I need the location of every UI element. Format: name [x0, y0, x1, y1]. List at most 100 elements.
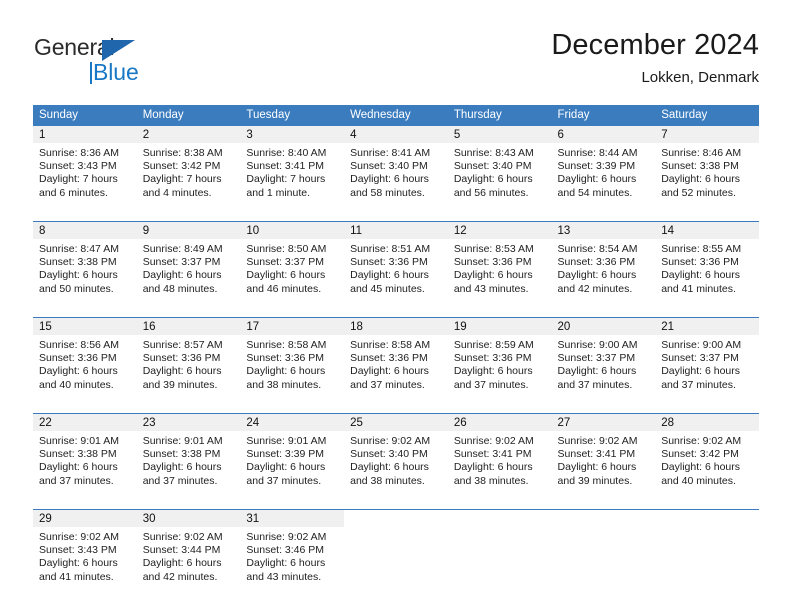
day-cell[interactable]: 10 Sunrise: 8:50 AM Sunset: 3:37 PM Dayligh… [240, 222, 345, 310]
day-daylight-line1: Daylight: 6 hours [142, 461, 222, 474]
week-separator [33, 406, 759, 414]
day-details: Sunrise: 9:01 AM Sunset: 3:38 PM Daylight:… [137, 431, 241, 488]
day-cell[interactable]: 4 Sunrise: 8:41 AM Sunset: 3:40 PM Daylight… [344, 126, 448, 214]
title-block: December 2024 Lokken, Denmark [551, 28, 759, 89]
week-separator [33, 502, 759, 510]
day-sunrise: Sunrise: 8:40 AM [246, 147, 327, 159]
day-daylight-line2: and 1 minute. [246, 186, 311, 199]
day-cell[interactable]: 5 Sunrise: 8:43 AM Sunset: 3:40 PM Daylight… [447, 126, 552, 214]
day-daylight-line1: Daylight: 7 hours [246, 173, 326, 186]
day-number: 18 [344, 318, 448, 335]
weekday-header-thursday: Thursday [447, 105, 552, 126]
day-sunset: Sunset: 3:40 PM [453, 160, 532, 173]
day-cell[interactable]: 24 Sunrise: 9:01 AM Sunset: 3:39 PM Dayligh… [240, 414, 345, 502]
day-details: Sunrise: 9:00 AM Sunset: 3:37 PM Daylight:… [552, 335, 656, 392]
day-cell[interactable]: 7 Sunrise: 8:46 AM Sunset: 3:38 PM Daylight… [655, 126, 759, 214]
day-cell[interactable]: 12 Sunrise: 8:53 AM Sunset: 3:36 PM Dayligh… [447, 222, 552, 310]
day-daylight-line2: and 38 minutes. [350, 474, 425, 487]
calendar-cell [551, 510, 656, 598]
day-sunset: Sunset: 3:36 PM [350, 352, 428, 365]
brand-logo[interactable]: General Blue [33, 34, 243, 90]
day-cell[interactable]: 22 Sunrise: 9:01 AM Sunset: 3:38 PM Dayligh… [33, 414, 137, 502]
day-daylight-line2: and 37 minutes. [661, 378, 736, 391]
day-sunset: Sunset: 3:37 PM [661, 352, 739, 365]
day-number: 13 [551, 222, 656, 239]
day-cell[interactable]: 8 Sunrise: 8:47 AM Sunset: 3:38 PM Daylight… [33, 222, 137, 310]
day-sunset: Sunset: 3:40 PM [350, 448, 428, 461]
day-sunset: Sunset: 3:43 PM [39, 544, 117, 557]
day-number: 1 [33, 126, 137, 143]
day-cell[interactable]: 20 Sunrise: 9:00 AM Sunset: 3:37 PM Dayligh… [551, 318, 656, 406]
day-number: 25 [344, 414, 448, 431]
day-cell[interactable]: 30 Sunrise: 9:02 AM Sunset: 3:44 PM Dayligh… [136, 510, 241, 598]
weekday-header-wednesday: Wednesday [344, 105, 448, 126]
day-number: 27 [551, 414, 656, 431]
calendar-cell: 27 Sunrise: 9:02 AM Sunset: 3:41 PM Dayligh… [551, 414, 656, 502]
day-cell[interactable]: 11 Sunrise: 8:51 AM Sunset: 3:36 PM Dayligh… [344, 222, 448, 310]
day-cell[interactable]: 19 Sunrise: 8:59 AM Sunset: 3:36 PM Dayligh… [447, 318, 552, 406]
day-cell[interactable]: 25 Sunrise: 9:02 AM Sunset: 3:40 PM Dayligh… [344, 414, 448, 502]
day-sunrise: Sunrise: 9:02 AM [350, 435, 431, 447]
page-header: General Blue December 2024 Lokken, Denma… [33, 28, 759, 100]
calendar-week-row: 1 Sunrise: 8:36 AM Sunset: 3:43 PM Daylight… [33, 126, 759, 214]
day-cell[interactable]: 26 Sunrise: 9:02 AM Sunset: 3:41 PM Dayligh… [447, 414, 552, 502]
day-cell[interactable]: 29 Sunrise: 9:02 AM Sunset: 3:43 PM Dayligh… [33, 510, 137, 598]
day-sunrise: Sunrise: 8:53 AM [453, 243, 534, 255]
day-cell[interactable]: 13 Sunrise: 8:54 AM Sunset: 3:36 PM Dayligh… [551, 222, 656, 310]
day-number: 6 [551, 126, 656, 143]
day-sunrise: Sunrise: 9:01 AM [246, 435, 327, 447]
day-daylight-line2: and 37 minutes. [557, 378, 633, 391]
day-details: Sunrise: 9:02 AM Sunset: 3:46 PM Daylight:… [240, 527, 344, 584]
calendar-cell: 5 Sunrise: 8:43 AM Sunset: 3:40 PM Daylight… [447, 126, 552, 214]
day-details: Sunrise: 8:54 AM Sunset: 3:36 PM Daylight:… [552, 239, 656, 296]
day-cell[interactable]: 9 Sunrise: 8:49 AM Sunset: 3:37 PM Daylight… [136, 222, 241, 310]
day-cell[interactable]: 14 Sunrise: 8:55 AM Sunset: 3:36 PM Dayligh… [655, 222, 759, 310]
day-number [447, 510, 552, 527]
day-daylight-line2: and 56 minutes. [453, 186, 529, 199]
day-sunset: Sunset: 3:38 PM [39, 256, 117, 269]
day-daylight-line2: and 37 minutes. [246, 474, 322, 487]
calendar-cell: 6 Sunrise: 8:44 AM Sunset: 3:39 PM Daylight… [551, 126, 656, 214]
day-daylight-line1: Daylight: 6 hours [661, 365, 741, 378]
day-daylight-line1: Daylight: 6 hours [557, 461, 637, 474]
day-number: 10 [240, 222, 345, 239]
day-sunrise: Sunrise: 8:47 AM [39, 243, 119, 255]
day-cell[interactable]: 1 Sunrise: 8:36 AM Sunset: 3:43 PM Daylight… [33, 126, 137, 214]
day-sunset: Sunset: 3:36 PM [246, 352, 325, 365]
day-cell[interactable]: 31 Sunrise: 9:02 AM Sunset: 3:46 PM Dayligh… [240, 510, 345, 598]
day-daylight-line2: and 45 minutes. [350, 282, 425, 295]
day-details: Sunrise: 9:00 AM Sunset: 3:37 PM Daylight:… [655, 335, 759, 392]
day-cell[interactable]: 18 Sunrise: 8:58 AM Sunset: 3:36 PM Dayligh… [344, 318, 448, 406]
calendar-cell: 14 Sunrise: 8:55 AM Sunset: 3:36 PM Dayligh… [655, 222, 759, 310]
calendar-page: General Blue December 2024 Lokken, Denma… [0, 0, 792, 612]
day-cell[interactable]: 16 Sunrise: 8:57 AM Sunset: 3:36 PM Dayligh… [136, 318, 241, 406]
day-sunset: Sunset: 3:37 PM [246, 256, 325, 269]
day-cell[interactable]: 23 Sunrise: 9:01 AM Sunset: 3:38 PM Dayligh… [136, 414, 241, 502]
day-cell[interactable]: 2 Sunrise: 8:38 AM Sunset: 3:42 PM Daylight… [136, 126, 241, 214]
day-daylight-line2: and 48 minutes. [142, 282, 218, 295]
day-details: Sunrise: 8:58 AM Sunset: 3:36 PM Daylight:… [240, 335, 344, 392]
day-sunrise: Sunrise: 8:58 AM [246, 339, 327, 351]
day-sunrise: Sunrise: 8:57 AM [142, 339, 223, 351]
day-daylight-line2: and 37 minutes. [453, 378, 529, 391]
weekday-header-friday: Friday [551, 105, 656, 126]
day-sunrise: Sunrise: 9:00 AM [557, 339, 638, 351]
day-cell-empty [447, 510, 552, 598]
day-sunrise: Sunrise: 9:02 AM [557, 435, 638, 447]
day-cell[interactable]: 17 Sunrise: 8:58 AM Sunset: 3:36 PM Dayligh… [240, 318, 345, 406]
day-cell[interactable]: 28 Sunrise: 9:02 AM Sunset: 3:42 PM Dayligh… [655, 414, 759, 502]
day-details: Sunrise: 8:55 AM Sunset: 3:36 PM Daylight:… [655, 239, 759, 296]
day-cell[interactable]: 15 Sunrise: 8:56 AM Sunset: 3:36 PM Dayligh… [33, 318, 137, 406]
day-daylight-line1: Daylight: 6 hours [453, 173, 533, 186]
day-number: 14 [655, 222, 759, 239]
day-cell[interactable]: 3 Sunrise: 8:40 AM Sunset: 3:41 PM Daylight… [240, 126, 345, 214]
day-daylight-line2: and 38 minutes. [246, 378, 322, 391]
day-cell[interactable]: 27 Sunrise: 9:02 AM Sunset: 3:41 PM Dayligh… [551, 414, 656, 502]
day-sunrise: Sunrise: 9:02 AM [661, 435, 742, 447]
day-cell[interactable]: 6 Sunrise: 8:44 AM Sunset: 3:39 PM Daylight… [551, 126, 656, 214]
day-daylight-line2: and 50 minutes. [39, 282, 114, 295]
calendar-cell: 8 Sunrise: 8:47 AM Sunset: 3:38 PM Daylight… [33, 222, 137, 310]
day-sunset: Sunset: 3:41 PM [246, 160, 325, 173]
day-cell[interactable]: 21 Sunrise: 9:00 AM Sunset: 3:37 PM Dayligh… [655, 318, 759, 406]
day-sunrise: Sunrise: 9:02 AM [453, 435, 534, 447]
